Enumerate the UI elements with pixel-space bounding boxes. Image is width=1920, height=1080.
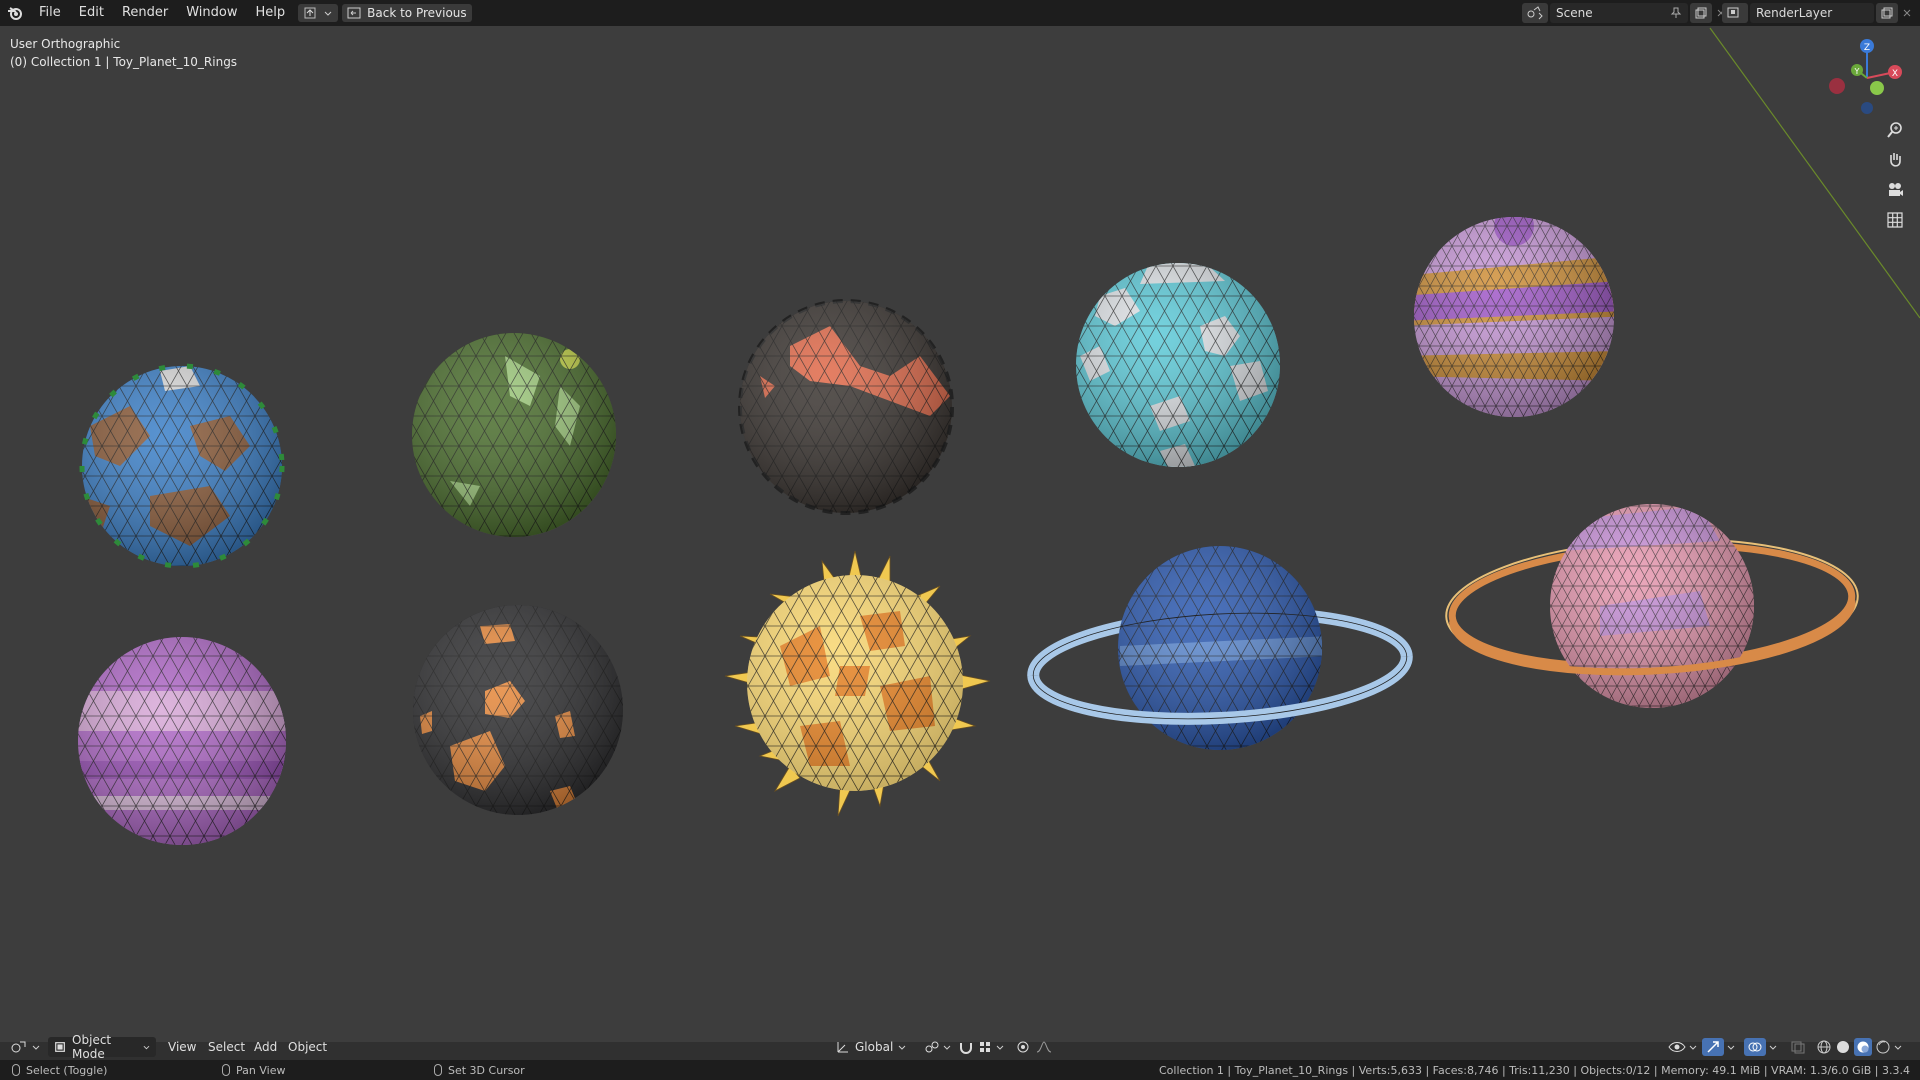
zoom-icon[interactable] [1880, 116, 1910, 144]
menu-view[interactable]: View [168, 1035, 196, 1059]
pink-ringed-planet[interactable] [0, 26, 1920, 1042]
chevron-down-icon [996, 1045, 1004, 1050]
renderlayer-icon[interactable] [1722, 3, 1748, 23]
status-right-label: Set 3D Cursor [448, 1063, 525, 1077]
eye-icon [1668, 1042, 1686, 1052]
new-scene-icon[interactable] [1690, 3, 1712, 23]
chevron-down-icon [1769, 1045, 1777, 1050]
blender-logo-icon[interactable] [0, 0, 30, 26]
chevron-down-icon [1894, 1045, 1902, 1050]
rendered-shading-icon[interactable] [1875, 1039, 1891, 1055]
chevron-down-icon [324, 11, 332, 16]
pan-hand-icon[interactable] [1880, 146, 1910, 174]
overlays-icon [1748, 1042, 1762, 1052]
transform-orientation-dropdown[interactable]: Global [836, 1035, 906, 1059]
mouse-left-icon [12, 1064, 20, 1076]
magnet-icon [960, 1043, 972, 1054]
pin-icon[interactable] [1670, 7, 1682, 19]
chevron-down-icon [1689, 1045, 1697, 1050]
proportional-editing-toggle[interactable] [1016, 1035, 1052, 1059]
gizmo-arrow-icon [1707, 1041, 1719, 1053]
xray-icon [1791, 1041, 1805, 1054]
y-axis-label: Y [1854, 67, 1860, 76]
editor-type-icon [11, 1041, 26, 1053]
snap-toggle[interactable] [958, 1035, 1004, 1059]
object-mode-icon [55, 1042, 65, 1052]
navigation-gizmo[interactable]: Z X Y [1815, 36, 1915, 116]
new-renderlayer-icon[interactable] [1876, 3, 1898, 23]
menu-help[interactable]: Help [247, 0, 295, 26]
overlays-toggle[interactable] [1744, 1035, 1777, 1059]
menu-object[interactable]: Object [288, 1035, 327, 1059]
object-mode-dropdown[interactable]: Object Mode [48, 1033, 156, 1061]
mouse-right-icon [434, 1064, 442, 1076]
scene-selector[interactable]: Scene [1522, 3, 1730, 23]
top-bar: File Edit Render Window Help Back to Pre… [0, 0, 1920, 26]
camera-icon[interactable] [1880, 176, 1910, 204]
chevron-down-icon [32, 1045, 40, 1050]
gizmo-toggle[interactable] [1702, 1035, 1735, 1059]
renderlayer-name-field[interactable]: RenderLayer [1756, 6, 1832, 20]
grid-ortho-icon[interactable] [1880, 206, 1910, 234]
wireframe-shading-icon[interactable] [1816, 1039, 1832, 1055]
menu-render[interactable]: Render [113, 0, 177, 26]
back-to-previous-label: Back to Previous [367, 6, 467, 20]
shading-modes[interactable] [1816, 1035, 1902, 1059]
back-to-previous-button[interactable]: Back to Previous [342, 4, 472, 22]
menu-select[interactable]: Select [208, 1035, 245, 1059]
material-preview-shading-icon[interactable] [1854, 1038, 1872, 1056]
chevron-down-icon [898, 1045, 906, 1050]
scene-icon[interactable] [1522, 3, 1548, 23]
neg-x-axis-icon[interactable] [1829, 78, 1845, 94]
status-bar: Select (Toggle) Pan View Set 3D Cursor C… [0, 1060, 1920, 1080]
menu-file[interactable]: File [30, 0, 70, 26]
orientation-label: Global [855, 1040, 894, 1054]
status-right-click-hint: Set 3D Cursor [434, 1060, 525, 1080]
xray-toggle[interactable] [1790, 1035, 1806, 1059]
z-axis-label: Z [1864, 43, 1870, 53]
scene-statistics: Collection 1 | Toy_Planet_10_Rings | Ver… [1159, 1060, 1910, 1080]
mouse-middle-icon [222, 1064, 230, 1076]
neg-z-axis-icon[interactable] [1861, 102, 1873, 114]
visibility-dropdown[interactable] [1668, 1035, 1697, 1059]
status-left-label: Select (Toggle) [26, 1063, 108, 1077]
status-middle-click-hint: Pan View [222, 1060, 285, 1080]
proportional-edit-icon [1017, 1041, 1029, 1053]
scene-stats-text: Collection 1 | Toy_Planet_10_Rings | Ver… [1159, 1063, 1910, 1077]
neg-y-axis-icon[interactable] [1870, 81, 1884, 95]
orientation-icon [837, 1042, 848, 1053]
viewport-header: Object Mode View Select Add Object Globa… [0, 1033, 1920, 1061]
menu-add[interactable]: Add [254, 1035, 277, 1059]
editor-type-button[interactable] [10, 1035, 40, 1059]
back-icon [347, 7, 361, 19]
menu-edit[interactable]: Edit [70, 0, 113, 26]
object-mode-label: Object Mode [72, 1033, 112, 1061]
menu-window[interactable]: Window [177, 0, 246, 26]
chevron-down-icon [143, 1045, 150, 1050]
x-axis-label: X [1892, 69, 1898, 79]
workspace-dropdown[interactable] [298, 4, 339, 22]
upload-icon [304, 7, 316, 19]
pivot-point-dropdown[interactable] [924, 1035, 951, 1059]
solid-shading-icon[interactable] [1835, 1039, 1851, 1055]
chevron-down-icon [1727, 1045, 1735, 1050]
delete-renderlayer-icon[interactable] [1898, 3, 1916, 23]
status-middle-label: Pan View [236, 1063, 286, 1077]
falloff-curve-icon[interactable] [1036, 1040, 1052, 1054]
3d-viewport[interactable]: User Orthographic (0) Collection 1 | Toy… [0, 26, 1920, 1042]
renderlayer-selector[interactable]: RenderLayer [1722, 3, 1916, 23]
status-left-click-hint: Select (Toggle) [12, 1060, 107, 1080]
pivot-icon [925, 1041, 939, 1053]
scene-name-field[interactable]: Scene [1556, 6, 1593, 20]
snap-grid-icon[interactable] [978, 1040, 992, 1054]
planet-scene[interactable] [0, 26, 1920, 1042]
chevron-down-icon [943, 1045, 951, 1050]
